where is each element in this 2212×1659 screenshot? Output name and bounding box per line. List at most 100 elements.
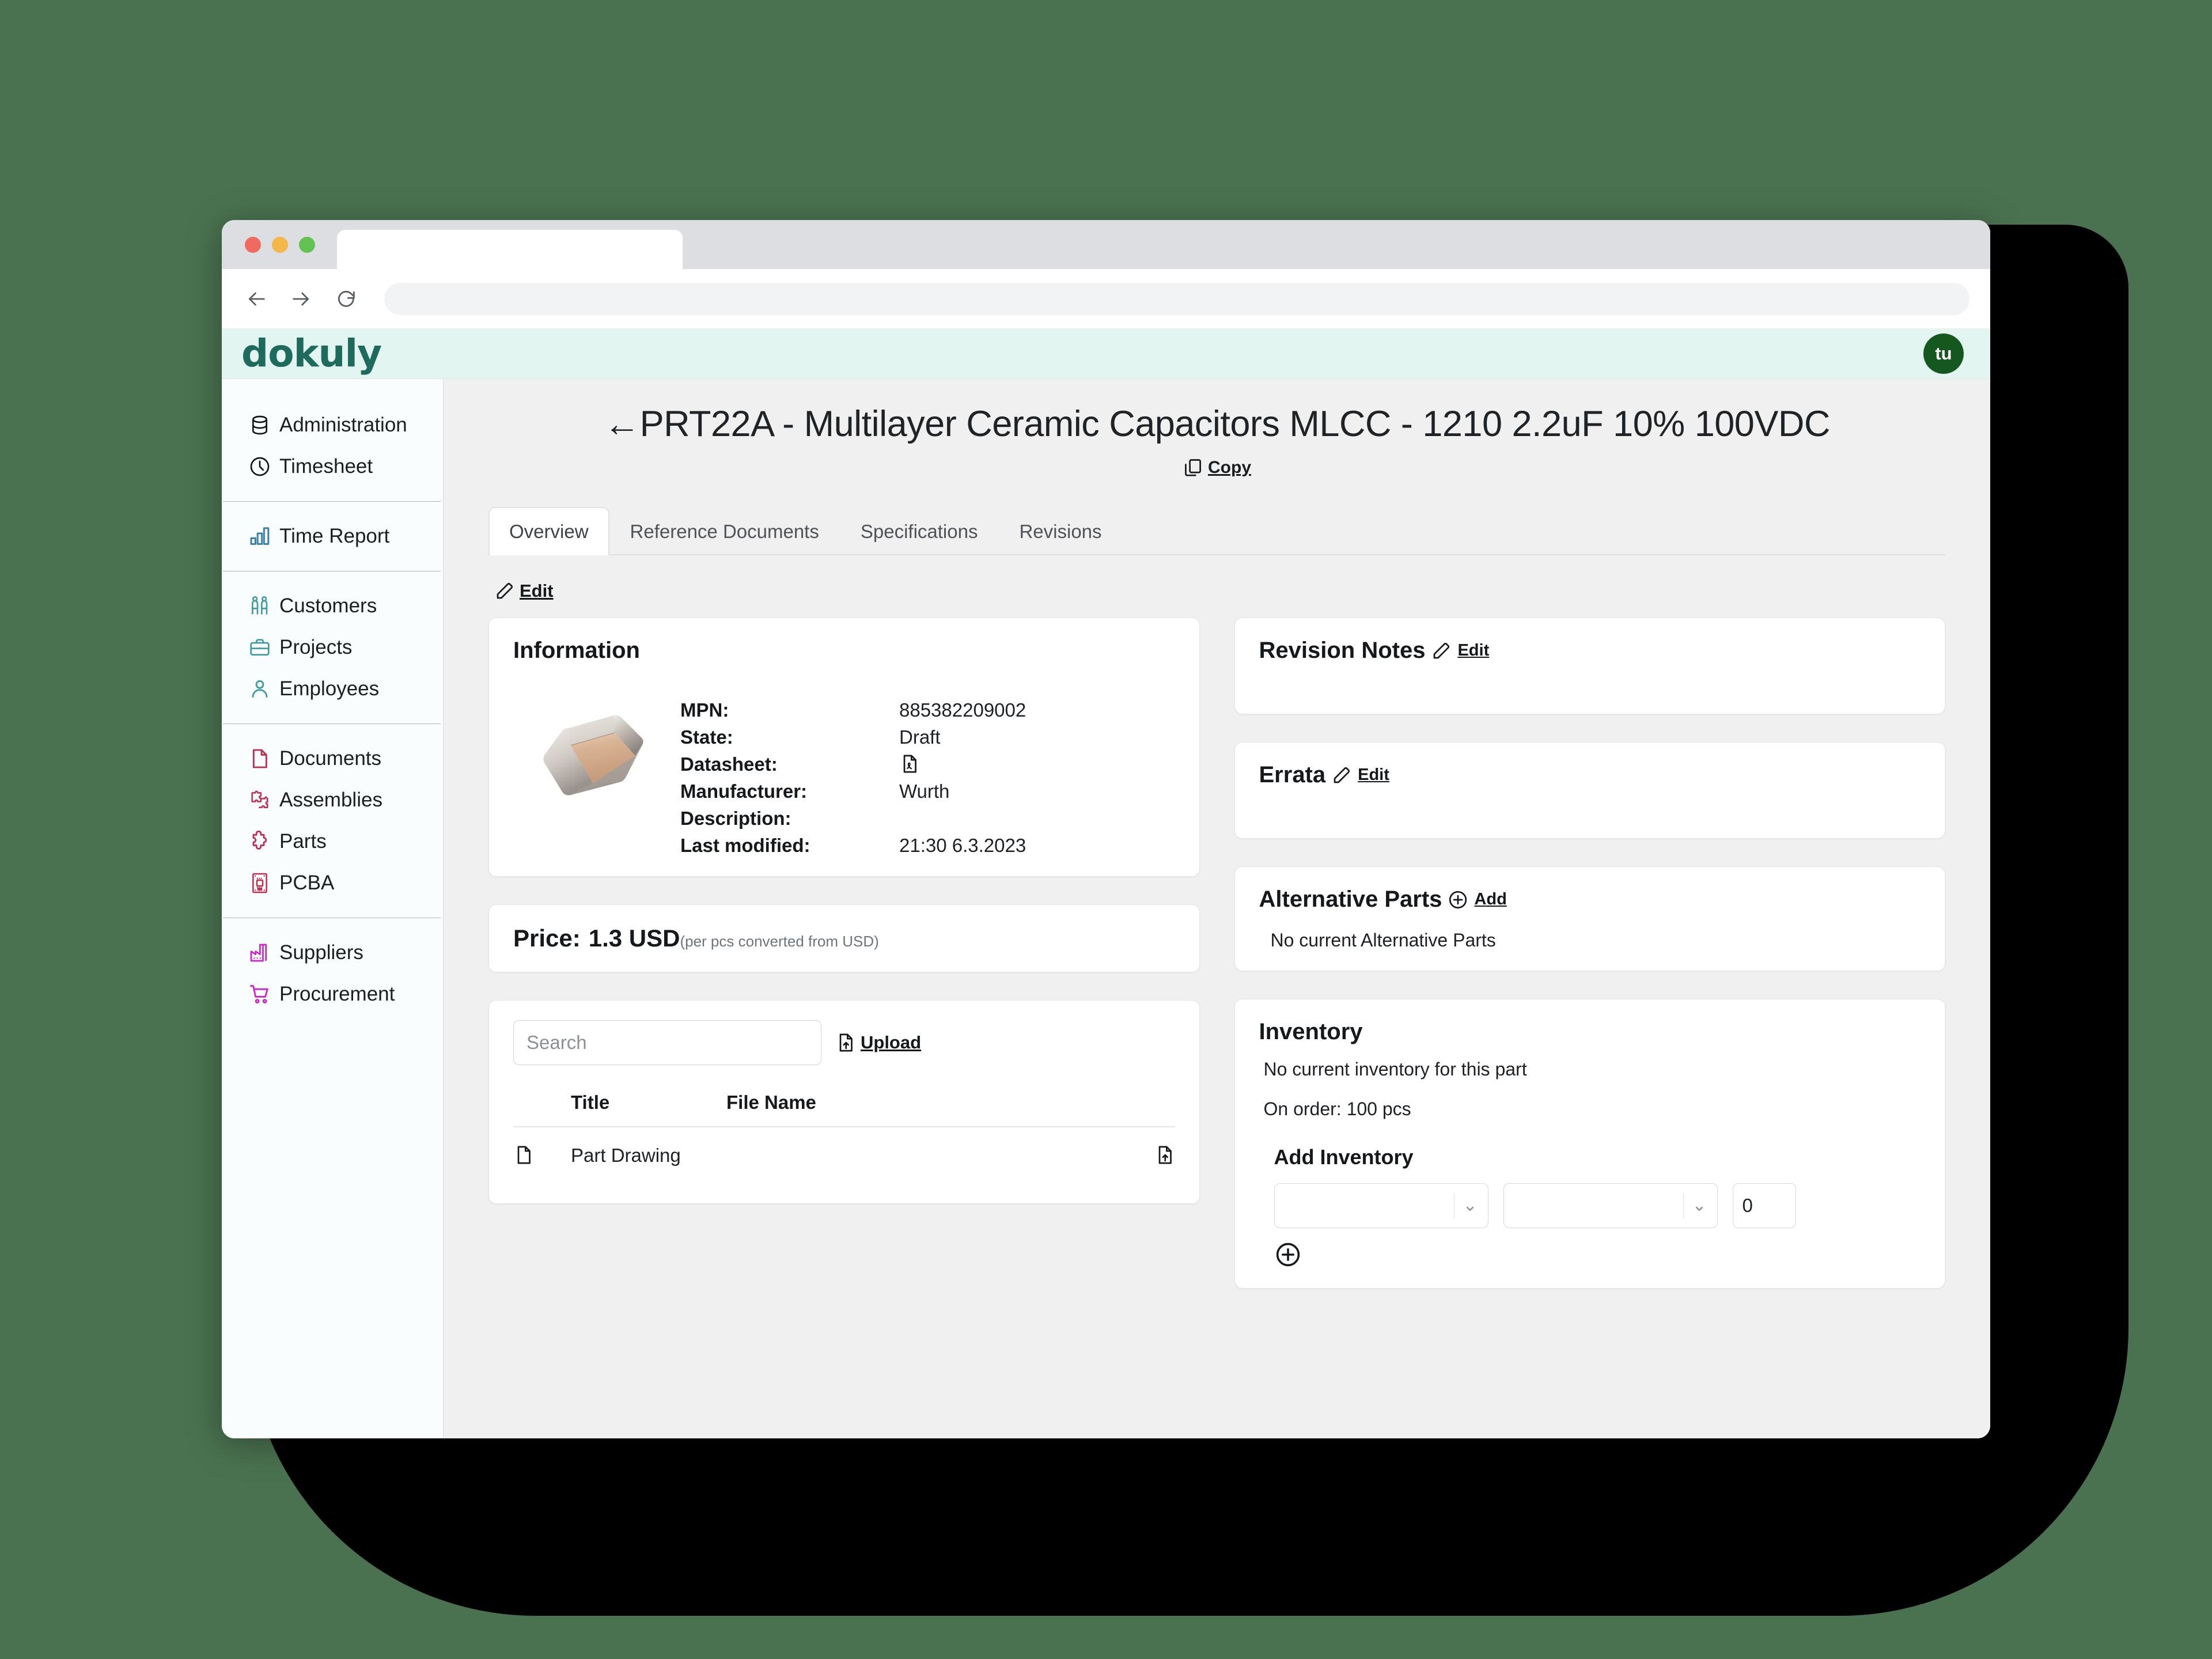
- sidebar-group-supply: Suppliers Procurement: [222, 932, 443, 1015]
- tab-specifications[interactable]: Specifications: [840, 507, 999, 555]
- edit-button[interactable]: Edit: [520, 581, 554, 601]
- browser-tab[interactable]: [337, 230, 683, 269]
- tab-reference-documents[interactable]: Reference Documents: [609, 507, 840, 555]
- inventory-unit-select[interactable]: ⌄: [1503, 1183, 1718, 1228]
- inventory-location-select[interactable]: ⌄: [1274, 1183, 1488, 1228]
- add-alternative-part-button[interactable]: Add: [1474, 890, 1506, 909]
- forward-arrow-icon[interactable]: [287, 285, 315, 313]
- row-file-name: [726, 1127, 1090, 1184]
- files-card: Upload Title File Name: [488, 1000, 1200, 1204]
- sidebar-item-procurement[interactable]: Procurement: [222, 974, 443, 1015]
- select-divider: [1453, 1193, 1455, 1218]
- sidebar-item-employees[interactable]: Employees: [222, 668, 443, 710]
- pdf-file-icon[interactable]: [899, 753, 920, 774]
- table-header-row: Title File Name: [513, 1082, 1175, 1127]
- errata-edit-button[interactable]: Edit: [1358, 766, 1389, 785]
- sidebar-item-projects[interactable]: Projects: [222, 627, 443, 668]
- person-icon: [248, 677, 271, 700]
- puzzle-pieces-icon: [248, 789, 271, 812]
- sidebar-item-label: Customers: [279, 594, 377, 617]
- file-icon: [513, 1145, 534, 1165]
- alternative-parts-title: Alternative Parts: [1259, 887, 1442, 912]
- upload-button[interactable]: Upload: [861, 1032, 921, 1053]
- chevron-down-icon: ⌄: [1463, 1196, 1478, 1215]
- minimize-window-button[interactable]: [272, 236, 288, 253]
- sidebar-item-pcba[interactable]: PCBA: [222, 862, 443, 904]
- sidebar-item-parts[interactable]: Parts: [222, 821, 443, 862]
- sidebar-item-administration[interactable]: Administration: [222, 404, 443, 446]
- sidebar-item-timesheet[interactable]: Timesheet: [222, 446, 443, 487]
- sidebar-item-suppliers[interactable]: Suppliers: [222, 932, 443, 974]
- add-inventory-row: ⌄ ⌄: [1274, 1183, 1921, 1228]
- factory-icon: [248, 941, 271, 964]
- address-bar[interactable]: [384, 282, 1969, 315]
- avatar[interactable]: tu: [1923, 333, 1964, 374]
- info-value-datasheet: [899, 753, 1026, 775]
- copy-button[interactable]: Copy: [1208, 458, 1251, 478]
- browser-title-bar: [222, 220, 1990, 269]
- info-value-description: [899, 808, 1026, 830]
- reload-icon[interactable]: [332, 285, 360, 313]
- sidebar-item-time-report[interactable]: Time Report: [222, 516, 443, 557]
- inventory-empty-note: No current inventory for this part: [1263, 1059, 1527, 1080]
- search-input[interactable]: [513, 1020, 821, 1065]
- app-header: dokuly tu: [222, 328, 1990, 379]
- sidebar-item-label: PCBA: [279, 872, 335, 894]
- dokuly-logo[interactable]: dokuly: [241, 334, 382, 373]
- inventory-title: Inventory: [1259, 1019, 1363, 1044]
- info-value-state: Draft: [899, 726, 941, 748]
- sidebar-item-documents[interactable]: Documents: [222, 738, 443, 779]
- info-value-last-modified: 21:30 6.3.2023: [899, 835, 1027, 856]
- pencil-square-icon[interactable]: [1431, 641, 1452, 661]
- copy-icon[interactable]: [1183, 457, 1203, 478]
- circuit-board-icon: [248, 872, 271, 895]
- pencil-square-icon[interactable]: [1331, 765, 1352, 786]
- alternative-parts-card: Alternative Parts Add No current Alterna…: [1234, 866, 1945, 971]
- sidebar-item-label: Parts: [279, 830, 327, 853]
- tab-revisions[interactable]: Revisions: [998, 507, 1122, 555]
- info-key: MPN:: [680, 699, 729, 721]
- back-arrow-icon[interactable]: [243, 285, 270, 313]
- file-upload-icon[interactable]: [1154, 1145, 1175, 1165]
- application-root: dokuly tu Administration Timesheet Time …: [222, 328, 1990, 1438]
- sidebar: Administration Timesheet Time Report Cus…: [222, 379, 444, 1438]
- add-inventory-title: Add Inventory: [1274, 1145, 1414, 1169]
- sidebar-item-customers[interactable]: Customers: [222, 585, 443, 627]
- info-value-mpn: 885382209002: [899, 699, 1027, 721]
- price-note: (per pcs converted from USD): [680, 933, 879, 950]
- pencil-square-icon[interactable]: [494, 581, 515, 601]
- file-upload-icon[interactable]: [835, 1032, 856, 1053]
- sidebar-item-label: Timesheet: [279, 455, 373, 478]
- errata-card: Errata Edit: [1234, 742, 1945, 839]
- plus-circle-icon[interactable]: [1448, 889, 1468, 910]
- main-content: ←PRT22A - Multilayer Ceramic Capacitors …: [444, 379, 1990, 1438]
- maximize-window-button[interactable]: [299, 236, 315, 253]
- sidebar-group-engineering: Documents Assemblies Parts PCBA: [222, 738, 443, 904]
- database-icon: [248, 414, 271, 437]
- window-controls: [245, 236, 315, 253]
- left-column: Information MPN: 885382209002 State: Dra…: [488, 618, 1200, 1316]
- briefcase-icon: [248, 636, 271, 659]
- table-row[interactable]: Part Drawing: [513, 1127, 1175, 1184]
- upload-row[interactable]: Upload: [835, 1032, 921, 1053]
- info-key: Description:: [680, 808, 791, 829]
- add-inventory-button[interactable]: [1274, 1241, 1302, 1268]
- row-upload-action[interactable]: [1090, 1127, 1175, 1184]
- price-label: Price:: [513, 925, 581, 952]
- tab-overview[interactable]: Overview: [488, 507, 609, 555]
- select-divider: [1683, 1193, 1684, 1218]
- inventory-card: Inventory No current inventory for this …: [1234, 999, 1945, 1289]
- information-grid: MPN: 885382209002 State: Draft Datasheet…: [680, 699, 1026, 857]
- sidebar-item-label: Projects: [279, 636, 353, 658]
- info-key: State:: [680, 726, 733, 748]
- browser-toolbar: [222, 269, 1990, 328]
- mlcc-capacitor-photo: [525, 699, 663, 817]
- close-window-button[interactable]: [245, 236, 261, 253]
- sidebar-item-assemblies[interactable]: Assemblies: [222, 779, 443, 821]
- revision-notes-edit-button[interactable]: Edit: [1457, 641, 1489, 660]
- inventory-quantity-input[interactable]: [1732, 1183, 1796, 1228]
- errata-title: Errata: [1259, 762, 1326, 787]
- revision-notes-title: Revision Notes: [1259, 638, 1426, 663]
- back-arrow-icon[interactable]: ←: [604, 404, 640, 444]
- sidebar-item-label: Assemblies: [279, 789, 382, 811]
